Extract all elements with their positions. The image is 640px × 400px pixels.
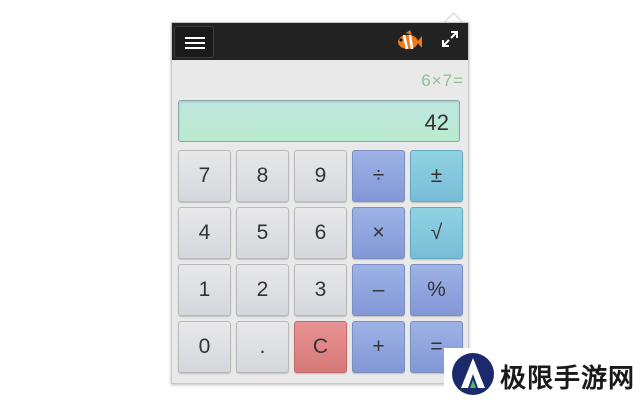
- key-2[interactable]: 2: [236, 264, 289, 316]
- clownfish-icon[interactable]: [396, 29, 422, 53]
- hamburger-menu-icon-line: [185, 47, 205, 49]
- key-divide[interactable]: ÷: [352, 150, 405, 202]
- key-9[interactable]: 9: [294, 150, 347, 202]
- key-5[interactable]: 5: [236, 207, 289, 259]
- watermark-logo-icon: [452, 353, 494, 395]
- key-0[interactable]: 0: [178, 321, 231, 373]
- menu-button[interactable]: [174, 26, 214, 58]
- key-subtract[interactable]: –: [352, 264, 405, 316]
- calculator-toolbar: [172, 23, 468, 60]
- key-multiply[interactable]: ×: [352, 207, 405, 259]
- key-add[interactable]: +: [352, 321, 405, 373]
- key-decimal[interactable]: .: [236, 321, 289, 373]
- key-7[interactable]: 7: [178, 150, 231, 202]
- key-6[interactable]: 6: [294, 207, 347, 259]
- result-display: 42: [178, 100, 460, 142]
- key-8[interactable]: 8: [236, 150, 289, 202]
- expression-text: 6×7=: [421, 71, 464, 90]
- key-1[interactable]: 1: [178, 264, 231, 316]
- key-percent[interactable]: %: [410, 264, 463, 316]
- keypad: 7 8 9 ÷ ± 4 5 6 × √ 1 2 3 – % 0 . C + =: [178, 150, 468, 373]
- result-value: 42: [424, 110, 449, 135]
- watermark-text: 极限手游网: [500, 363, 636, 393]
- key-square-root[interactable]: √: [410, 207, 463, 259]
- hamburger-menu-icon: [185, 37, 205, 39]
- key-3[interactable]: 3: [294, 264, 347, 316]
- key-plus-minus[interactable]: ±: [410, 150, 463, 202]
- key-clear[interactable]: C: [294, 321, 347, 373]
- key-4[interactable]: 4: [178, 207, 231, 259]
- calculator-window: 6×7= 42 7 8 9 ÷ ± 4 5 6 × √ 1 2 3 – % 0 …: [171, 22, 469, 384]
- watermark: 极限手游网: [444, 348, 640, 400]
- hamburger-menu-icon-line: [185, 42, 205, 44]
- expand-arrows-icon[interactable]: [440, 29, 460, 49]
